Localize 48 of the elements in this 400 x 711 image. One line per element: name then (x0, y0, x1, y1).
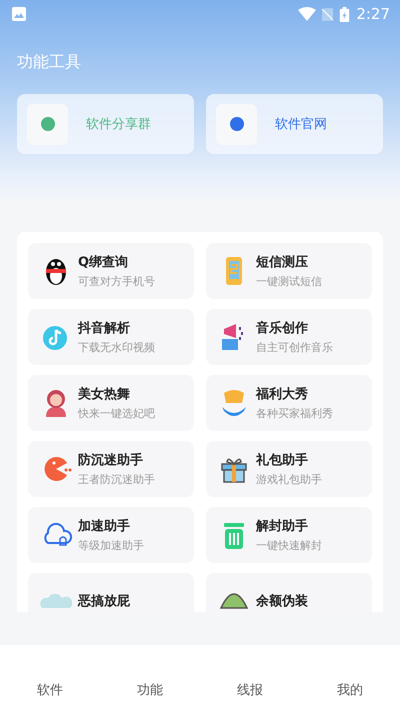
nav-tab[interactable]: 功能 (100, 677, 200, 703)
tool-card[interactable]: 抖音解析 下载无水印视频 (28, 309, 194, 365)
tool-card[interactable]: 加速助手 等级加速助手 (28, 507, 194, 563)
link-label: 软件官网 (275, 116, 327, 133)
tool-card[interactable]: 礼包助手 游戏礼包助手 (206, 441, 372, 497)
tool-card[interactable]: Q绑查询 可查对方手机号 (28, 243, 194, 299)
tool-subtitle: 下载无水印视频 (78, 340, 155, 355)
no-sim-icon (322, 6, 334, 22)
image-icon (12, 7, 26, 21)
tool-subtitle: 各种买家福利秀 (256, 406, 333, 421)
tool-card[interactable]: 福利大秀 各种买家福利秀 (206, 375, 372, 431)
link-card[interactable]: 软件官网 (206, 94, 383, 154)
tool-subtitle: 快来一键选妃吧 (78, 406, 155, 421)
wifi-icon (298, 7, 316, 21)
tool-card[interactable]: 防沉迷助手 王者防沉迷助手 (28, 441, 194, 497)
cloud-icon (40, 593, 72, 609)
tool-subtitle: 游戏礼包助手 (256, 472, 322, 487)
tool-card[interactable]: 美女热舞 快来一键选妃吧 (28, 375, 194, 431)
tool-title: Q绑查询 (78, 254, 130, 271)
tool-subtitle: 自主可创作音乐 (256, 340, 333, 355)
tool-title: 加速助手 (78, 518, 131, 535)
battery-icon (339, 6, 350, 22)
tool-subtitle: 可查对方手机号 (78, 274, 155, 289)
tool-title: 余额伪装 (256, 592, 308, 610)
tool-subtitle: 等级加速助手 (78, 538, 144, 553)
tool-title: 抖音解析 (78, 320, 131, 337)
status-time: 2:27 (356, 5, 390, 23)
tool-card[interactable]: 恶搞放屁 (28, 573, 194, 612)
tool-title: 解封助手 (256, 518, 309, 535)
nav-tab[interactable]: 软件 (0, 677, 100, 703)
tool-subtitle: 一键快速解封 (256, 538, 322, 553)
tool-title: 美女热舞 (78, 386, 131, 403)
nav-tab[interactable]: 我的 (300, 677, 400, 703)
tool-title: 恶搞放屁 (78, 593, 130, 610)
tool-title: 音乐创作 (256, 320, 309, 337)
tool-title: 短信测压 (256, 254, 309, 271)
page-title: 功能工具 (17, 52, 82, 73)
tool-subtitle: 一键测试短信 (256, 274, 322, 289)
nav-tab[interactable]: 线报 (200, 677, 300, 703)
tool-card[interactable]: 余额伪装 (206, 573, 372, 612)
tool-card[interactable]: 短信测压 一键测试短信 (206, 243, 372, 299)
tool-title: 防沉迷助手 (78, 452, 144, 469)
tool-subtitle: 王者防沉迷助手 (78, 472, 155, 487)
tool-card[interactable]: 音乐创作 自主可创作音乐 (206, 309, 372, 365)
tool-title: 礼包助手 (256, 452, 309, 469)
link-label: 软件分享群 (86, 116, 151, 133)
tool-title: 福利大秀 (256, 386, 309, 403)
tool-card[interactable]: 解封助手 一键快速解封 (206, 507, 372, 563)
